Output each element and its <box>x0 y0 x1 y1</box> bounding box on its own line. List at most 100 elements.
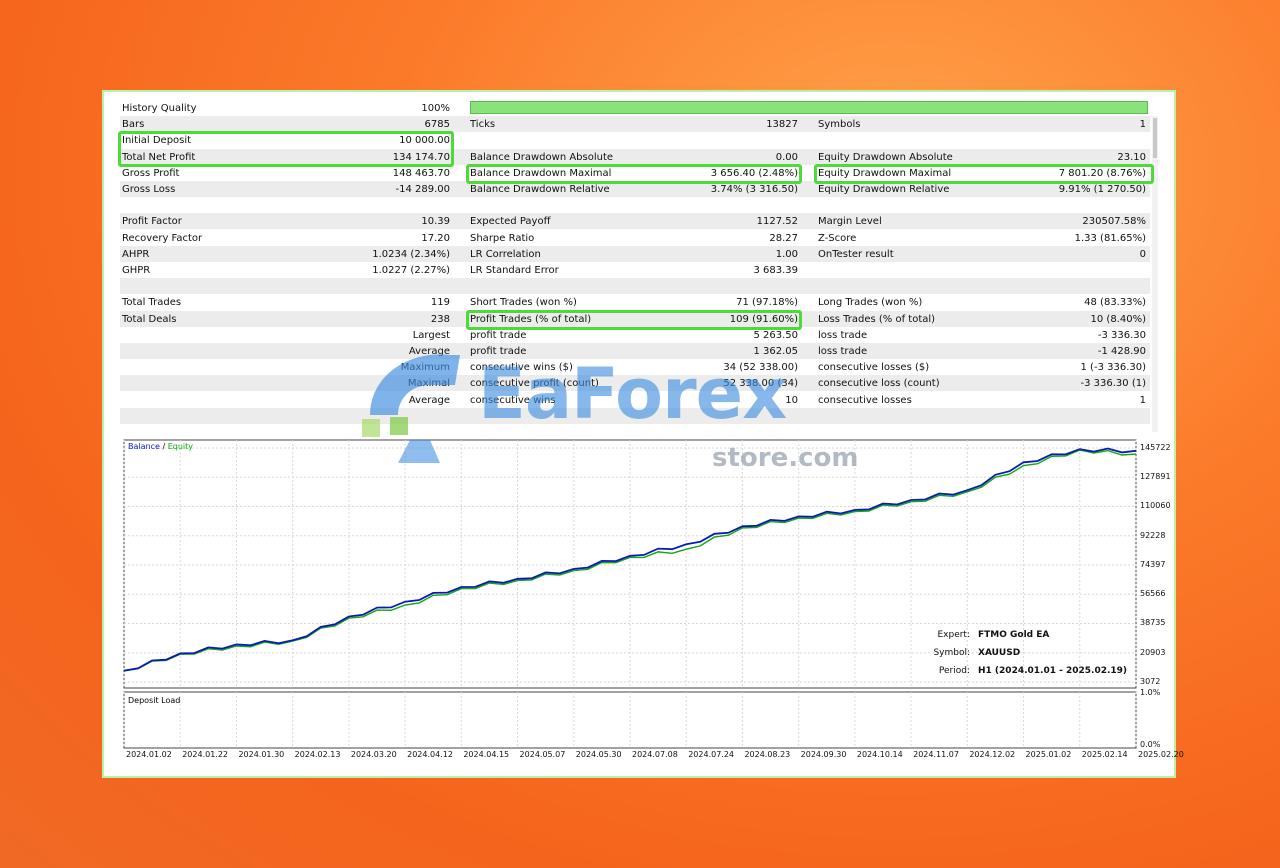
metric-value: 1 <box>1139 119 1146 131</box>
watermark-domain: store.com <box>712 443 859 473</box>
metric-label: Z-Score <box>818 232 857 244</box>
metric-label: Loss Trades (% of total) <box>818 313 936 325</box>
metric-value: 9.91% (1 270.50) <box>1058 184 1146 195</box>
metric-value: 0.00 <box>775 151 798 163</box>
metric-label: Short Trades (won %) <box>470 297 577 309</box>
metric-value: 71 (97.18%) <box>736 297 798 309</box>
legend-balance: Balance <box>128 442 160 451</box>
highlight-equity-drawdown <box>814 164 1154 184</box>
watermark-brand: EaForex <box>478 353 787 435</box>
metric-label: History Quality <box>122 103 197 114</box>
symbol-value: XAUUSD <box>978 648 1021 658</box>
balance-equity-chart: Balance / Equity Deposit Load Expert: FTM… <box>120 438 1184 762</box>
metric-label: Equity Drawdown Absolute <box>818 151 953 163</box>
report-scrollbar[interactable] <box>1152 116 1158 432</box>
x-tick-label: 2024.07.08 <box>632 750 678 759</box>
report-row <box>120 197 1150 213</box>
metric-value: 23.10 <box>1117 151 1146 163</box>
x-tick-label: 2024.01.02 <box>126 750 172 759</box>
report-row: Total Trades 119 Short Trades (won %) 71 (9… <box>120 294 1150 310</box>
metric-label: LR Correlation <box>470 248 541 260</box>
y-tick-label: 3072 <box>1140 677 1161 686</box>
x-tick-label: 2025.02.14 <box>1081 750 1128 759</box>
x-tick-label: 2024.03.20 <box>350 750 397 759</box>
y-tick-label: 127891 <box>1140 472 1171 482</box>
y-tick-label: 145722 <box>1140 443 1171 452</box>
legend-separator: / <box>159 442 168 451</box>
metric-value: 1 (-3 336.30) <box>1080 362 1146 374</box>
metric-value: 10 (8.40%) <box>1090 313 1146 325</box>
metric-value: 6785 <box>424 119 450 131</box>
report-row <box>120 278 1150 295</box>
x-tick-label: 2024.01.30 <box>238 750 285 759</box>
x-tick-label: 2024.12.02 <box>969 750 1016 759</box>
metric-value: 230507.58% <box>1082 216 1146 228</box>
metric-value: -1 428.90 <box>1097 346 1146 357</box>
metric-value: -3 336.30 <box>1097 329 1146 341</box>
period-key: Period: <box>938 666 970 676</box>
metric-value: 13827 <box>766 119 798 131</box>
period-value: H1 (2024.01.01 - 2025.02.19) <box>978 666 1128 676</box>
metric-label: Symbols <box>818 119 861 131</box>
x-tick-label: 2024.08.23 <box>744 750 791 759</box>
deposit-load-tick: 0.0% <box>1140 740 1161 749</box>
metric-value: 10.39 <box>421 216 450 228</box>
metric-value: 1.33 (81.65%) <box>1074 232 1146 244</box>
metric-value: 148 463.70 <box>392 167 450 179</box>
report-row: GHPR 1.0227 (2.27%) LR Standard Error 3 683… <box>120 262 1150 278</box>
metric-value: 1127.52 <box>756 216 798 228</box>
metric-value: 1 <box>1139 394 1146 406</box>
metric-label: Total Deals <box>122 313 177 325</box>
metric-label: Expected Payoff <box>470 216 551 228</box>
metric-label: Gross Profit <box>122 167 180 179</box>
x-tick-label: 2024.05.30 <box>575 750 622 759</box>
expert-value: FTMO Gold EA <box>978 630 1050 640</box>
watermark-logo-icon <box>362 354 460 463</box>
metric-value: 1.0234 (2.34%) <box>372 248 450 260</box>
watermark: EaForex store.com <box>330 345 890 475</box>
metric-value: 3 683.39 <box>753 265 798 276</box>
metric-label: LR Standard Error <box>470 265 559 276</box>
metric-value: 3.74% (3 316.50) <box>710 184 798 195</box>
report-row: Profit Factor 10.39 Expected Payoff 1127.52… <box>120 213 1150 230</box>
x-tick-label: 2024.10.14 <box>856 750 903 759</box>
scrollbar-thumb[interactable] <box>1153 118 1157 158</box>
report-row: Bars 6785 Ticks 13827 Symbols 1 <box>120 116 1150 133</box>
metric-label: Equity Drawdown Relative <box>818 184 950 195</box>
y-tick-label: 38735 <box>1140 618 1166 628</box>
metric-value: 0 <box>1139 248 1146 260</box>
metric-label: Balance Drawdown Relative <box>470 184 610 195</box>
history-quality-bar <box>470 101 1148 114</box>
y-tick-label: 56566 <box>1140 589 1166 599</box>
deposit-load-tick: 1.0% <box>1140 688 1161 697</box>
metric-label: Total Trades <box>122 297 182 309</box>
y-tick-label: 20903 <box>1140 647 1166 657</box>
test-info-box: Expert: FTMO Gold EA Symbol: XAUUSD Period… <box>933 630 1154 684</box>
metric-value: 5 263.50 <box>753 329 798 341</box>
metric-label: loss trade <box>818 329 868 341</box>
metric-label: Ticks <box>470 119 496 131</box>
y-tick-label: 74397 <box>1140 560 1166 569</box>
report-row: Recovery Factor 17.20 Sharpe Ratio 28.27 Z-S… <box>120 230 1150 246</box>
y-tick-label: 110060 <box>1140 501 1171 511</box>
metric-value: 48 (83.33%) <box>1084 297 1146 309</box>
metric-label: Bars <box>122 119 145 131</box>
metric-value: 238 <box>430 313 450 325</box>
metric-value: 1.00 <box>775 248 798 260</box>
chart-legend: Balance / Equity <box>128 442 193 451</box>
x-tick-label: 2024.04.12 <box>407 750 453 759</box>
metric-value: 1.0227 (2.27%) <box>372 265 450 276</box>
metric-label: Profit Factor <box>122 216 182 228</box>
deposit-load-label: Deposit Load <box>128 696 181 705</box>
metric-value: 28.27 <box>769 232 798 244</box>
x-tick-label: 2025.02.20 <box>1138 750 1184 759</box>
metric-label: Balance Drawdown Absolute <box>470 151 614 163</box>
chart-svg <box>123 439 1137 749</box>
highlight-balance-drawdown <box>466 164 802 184</box>
x-tick-label: 2024.04.15 <box>463 750 510 759</box>
report-row: AHPR 1.0234 (2.34%) LR Correlation 1.00 OnTe… <box>120 245 1150 262</box>
y-tick-label: 92228 <box>1140 530 1166 540</box>
metric-label: GHPR <box>122 265 151 276</box>
metric-value: -3 336.30 (1) <box>1080 378 1146 390</box>
legend-equity: Equity <box>167 442 193 451</box>
